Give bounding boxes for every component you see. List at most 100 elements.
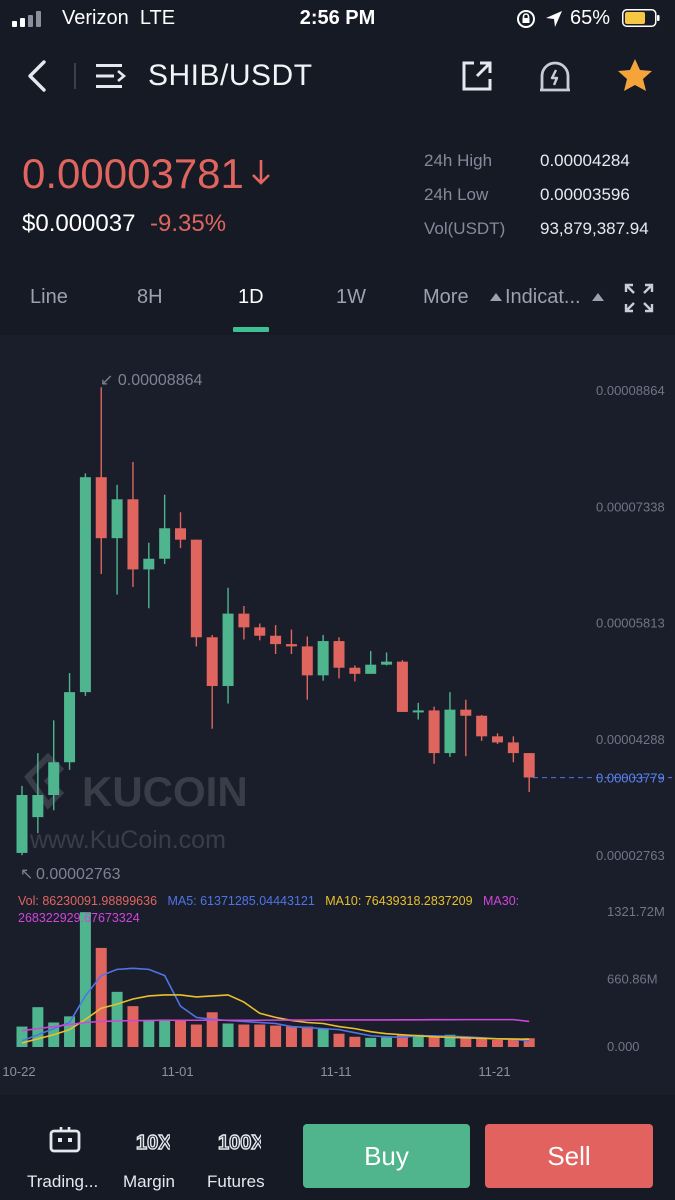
volume-bar: [301, 1026, 313, 1047]
volume-bar: [333, 1033, 345, 1047]
stat-label-volume: Vol(USDT): [424, 219, 506, 238]
volume-bar: [349, 1036, 361, 1047]
candle-body: [476, 715, 488, 737]
tab-more[interactable]: More: [423, 286, 469, 309]
tab-line[interactable]: Line: [30, 286, 68, 309]
volume-bar: [381, 1037, 393, 1047]
candlestick-chart[interactable]: KUCOIN www.KuCoin.com 0.00008864 0.000073…: [0, 335, 675, 1095]
tab-8h[interactable]: 8H: [137, 286, 163, 309]
candle-body: [365, 664, 377, 674]
fullscreen-expand-icon[interactable]: [623, 282, 655, 314]
candle-body: [159, 528, 171, 559]
volume-axis-tick: 660.86M: [607, 972, 658, 987]
candle-body: [254, 627, 266, 636]
caret-up-icon: [592, 293, 604, 301]
chart-interval-tabs: Line 8H 1D 1W More Indicat...: [0, 272, 675, 334]
trading-bot-label[interactable]: Trading...: [27, 1172, 98, 1192]
volume-bar: [285, 1026, 297, 1047]
candle-body: [127, 499, 139, 570]
legend-ma10: MA10: 76439318.2837209: [325, 894, 473, 908]
futures-label[interactable]: Futures: [207, 1172, 265, 1192]
price-axis-tick: 0.00007338: [596, 499, 665, 514]
market-pair-title[interactable]: SHIB/USDT: [148, 59, 313, 93]
share-icon[interactable]: [460, 59, 494, 93]
arrow-down-icon: [252, 160, 270, 185]
volume-bar: [175, 1020, 186, 1047]
volume-bar: [317, 1028, 329, 1047]
price-axis-tick: 0.00002763: [596, 848, 665, 863]
candle-body: [460, 709, 472, 716]
volume-bar: [365, 1037, 377, 1047]
volume-bar: [254, 1024, 266, 1047]
back-chevron-icon[interactable]: [24, 59, 50, 93]
buy-button[interactable]: Buy: [303, 1124, 470, 1188]
volume-legend: Vol: 86230091.98899636 MA5: 61371285.044…: [18, 893, 578, 927]
candle-body: [238, 613, 250, 628]
high-price-marker: ↙ 0.00008864: [100, 372, 202, 389]
legend-ma5: MA5: 61371285.04443121: [167, 894, 315, 908]
stat-label-24h-high: 24h High: [424, 151, 493, 170]
volume-bar: [238, 1024, 250, 1047]
low-price-marker: ↖: [20, 866, 33, 883]
candle-body: [428, 710, 440, 754]
candle-body: [175, 528, 186, 540]
favorite-star-icon[interactable]: [616, 57, 654, 93]
active-tab-indicator: [233, 327, 269, 332]
stat-value-volume: 93,879,387.94: [540, 219, 649, 238]
price-change-percent: -9.35%: [150, 210, 227, 237]
carrier-label: Verizon LTE: [62, 7, 176, 29]
candle-body: [64, 692, 76, 763]
orientation-lock-icon: [517, 10, 535, 28]
signal-strength-icon: [12, 11, 48, 27]
tab-1d[interactable]: 1D: [238, 286, 264, 309]
volume-bar: [270, 1025, 282, 1047]
menu-list-icon[interactable]: [94, 61, 128, 91]
trading-bot-icon[interactable]: [48, 1126, 82, 1156]
volume-bar: [222, 1023, 234, 1047]
date-axis-tick: 10-22: [2, 1064, 35, 1079]
volume-bar: [95, 947, 107, 1047]
futures-100x-icon[interactable]: 100X: [217, 1126, 261, 1156]
usd-price: $0.000037: [22, 210, 136, 237]
candle-body: [507, 742, 519, 754]
tab-1w[interactable]: 1W: [336, 286, 366, 309]
kucoin-watermark: KUCOIN www.KuCoin.com: [24, 752, 248, 854]
tab-indicators[interactable]: Indicat...: [505, 286, 581, 309]
candle-body: [190, 539, 202, 638]
volume-bar: [32, 1007, 44, 1047]
candle-body: [32, 795, 44, 818]
candle-body: [492, 736, 503, 743]
margin-10x-icon[interactable]: 10X: [134, 1126, 170, 1156]
volume-bar: [492, 1039, 503, 1047]
last-price: 0.00003781: [22, 150, 244, 197]
svg-text:100X: 100X: [218, 1132, 261, 1154]
volume-bar: [79, 912, 91, 1047]
candle-body: [523, 753, 535, 778]
watermark-brand: KUCOIN: [82, 768, 248, 815]
candle-body: [285, 644, 297, 647]
price-axis-tick: 0.00008864: [596, 383, 665, 398]
volume-bar: [159, 1019, 171, 1047]
battery-icon: [622, 9, 660, 27]
date-axis-tick: 11-01: [161, 1064, 193, 1079]
volume-bar: [206, 1012, 218, 1047]
sell-button[interactable]: Sell: [485, 1124, 653, 1188]
candle-body: [16, 795, 28, 853]
margin-label[interactable]: Margin: [123, 1172, 175, 1192]
candle-body: [222, 613, 234, 687]
candle-body: [111, 499, 123, 539]
candle-body: [381, 661, 393, 665]
stat-label-24h-low: 24h Low: [424, 185, 489, 204]
candle-body: [95, 477, 107, 539]
volume-axis-tick: 1321.72M: [607, 904, 665, 919]
stat-value-24h-low: 0.00003596: [540, 185, 630, 204]
svg-text:10X: 10X: [136, 1132, 170, 1154]
status-bar: Verizon LTE 2:56 PM 65%: [0, 0, 675, 38]
candle-body: [349, 667, 361, 674]
caret-up-icon: [490, 293, 502, 301]
candle-body: [270, 635, 282, 645]
price-alert-icon[interactable]: [538, 58, 572, 94]
price-axis-tick: 0.00004288: [596, 732, 665, 747]
date-axis-tick: 11-11: [320, 1064, 351, 1079]
price-axis-tick: 0.00005813: [596, 616, 665, 631]
